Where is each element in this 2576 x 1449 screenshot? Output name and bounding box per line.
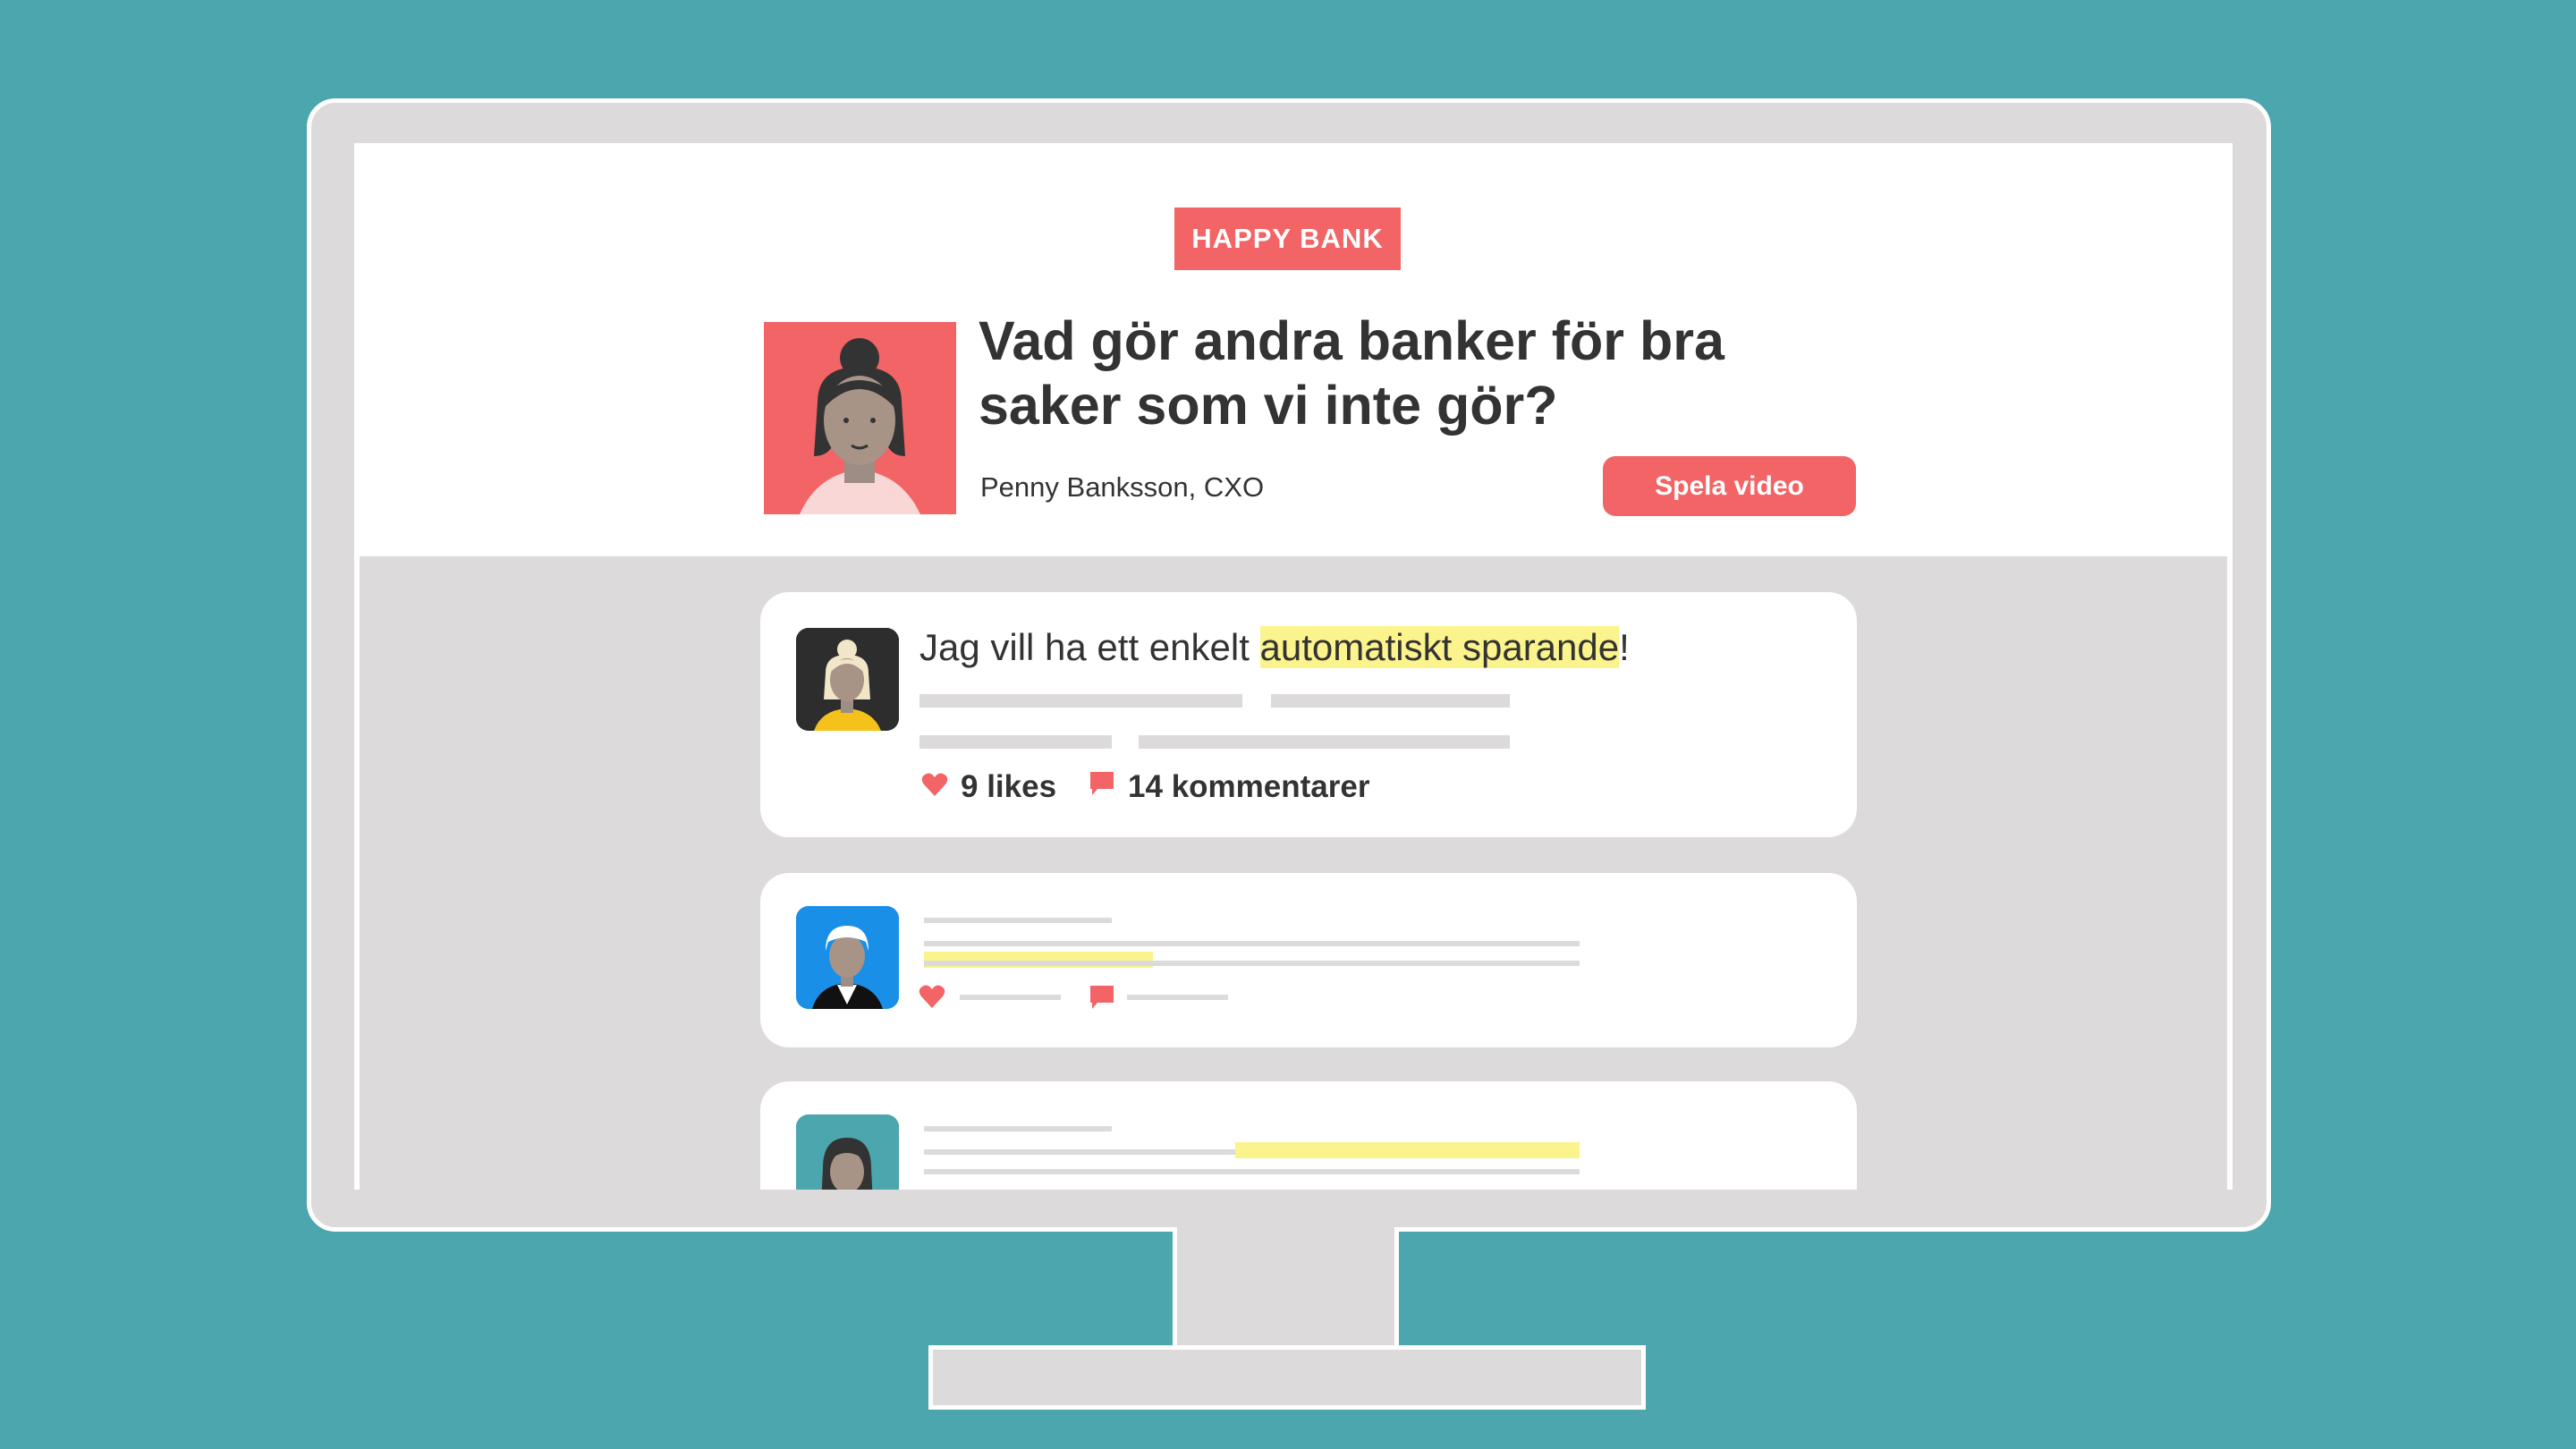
- woman-portrait-icon: [764, 322, 956, 514]
- comment-card[interactable]: Jag vill ha ett enkelt automatiskt spara…: [760, 592, 1857, 837]
- speech-bubble-icon[interactable]: [1089, 984, 1115, 1015]
- text-placeholder: [1271, 694, 1510, 708]
- text-placeholder: [924, 941, 1580, 946]
- hero-avatar: [764, 322, 956, 514]
- white-haired-man-avatar-icon: [796, 906, 899, 1009]
- comment-feed: Jag vill ha ett enkelt automatiskt spara…: [360, 556, 2227, 1190]
- monitor-neck: [1173, 1227, 1399, 1350]
- likes-count[interactable]: 9 likes: [961, 769, 1056, 805]
- monitor-base: [928, 1345, 1646, 1410]
- screen: HAPPY BANK Vad gör andra banker för bra …: [354, 143, 2233, 1190]
- text-placeholder: [919, 694, 1242, 708]
- heart-icon[interactable]: [919, 984, 945, 1013]
- highlight-placeholder: [1235, 1142, 1580, 1158]
- brand-badge: HAPPY BANK: [1174, 208, 1401, 270]
- speech-bubble-icon[interactable]: [1089, 769, 1115, 805]
- text-placeholder: [924, 961, 1580, 966]
- text-placeholder: [919, 735, 1112, 749]
- avatar: [796, 1114, 899, 1190]
- play-video-button[interactable]: Spela video: [1603, 456, 1856, 516]
- monitor-frame: HAPPY BANK Vad gör andra banker för bra …: [307, 98, 2271, 1232]
- text-placeholder: [924, 1126, 1112, 1131]
- comment-text-end: !: [1619, 626, 1630, 668]
- comment-text-plain: Jag vill ha ett enkelt: [919, 626, 1260, 668]
- video-headline: Vad gör andra banker för bra saker som v…: [979, 310, 1724, 436]
- comments-count[interactable]: 14 kommentarer: [1128, 769, 1369, 805]
- video-byline: Penny Banksson, CXO: [980, 471, 1265, 503]
- comment-meta: 9 likes 14 kommentarer: [921, 769, 1369, 805]
- comment-card[interactable]: [760, 873, 1857, 1047]
- comment-text: Jag vill ha ett enkelt automatiskt spara…: [919, 626, 1630, 669]
- text-placeholder: [924, 1169, 1580, 1174]
- dark-haired-woman-avatar-icon: [796, 1114, 899, 1190]
- avatar: [796, 906, 899, 1009]
- avatar: [796, 628, 899, 731]
- text-placeholder: [1139, 735, 1510, 749]
- text-placeholder: [1127, 995, 1228, 1000]
- comment-text-highlight: automatiskt sparande: [1259, 626, 1620, 668]
- comment-card[interactable]: [760, 1081, 1857, 1190]
- text-placeholder: [960, 995, 1061, 1000]
- text-placeholder: [924, 918, 1112, 923]
- heart-icon[interactable]: [921, 769, 948, 805]
- blonde-woman-avatar-icon: [796, 628, 899, 731]
